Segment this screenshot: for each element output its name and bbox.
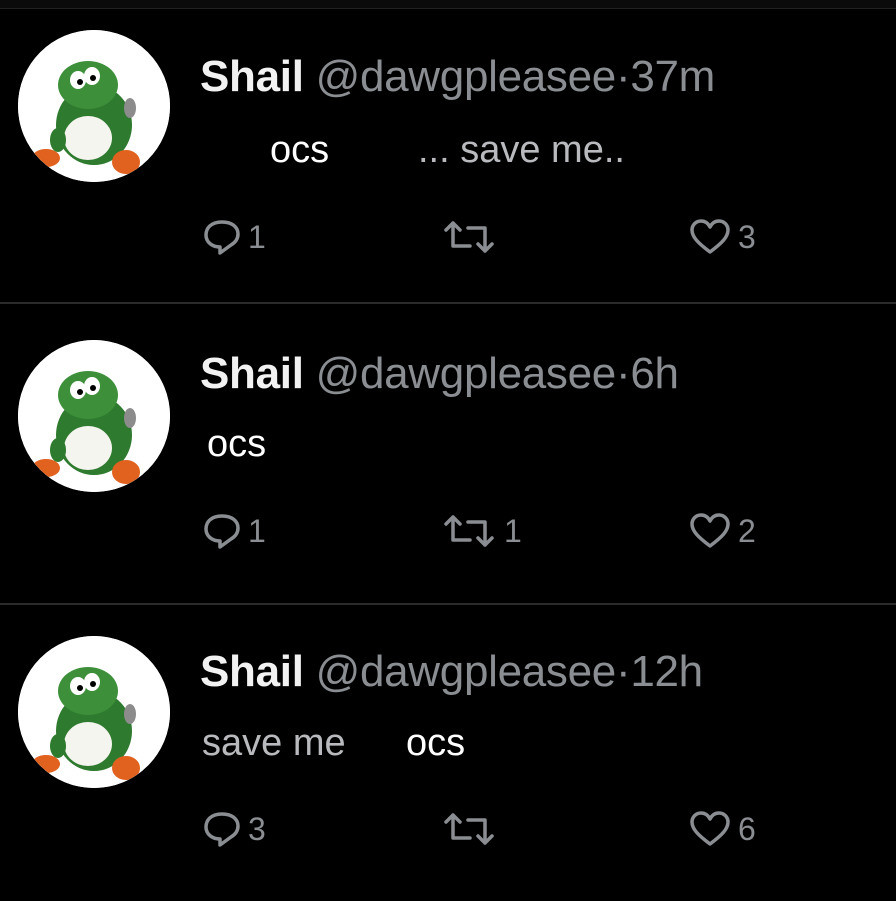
separator: ·	[615, 52, 631, 101]
tweet-header: Shail @dawgpleasee·12h	[200, 650, 703, 694]
like-count: 6	[738, 810, 756, 847]
display-name[interactable]: Shail	[200, 52, 304, 101]
retweet-icon	[444, 813, 494, 845]
avatar[interactable]	[18, 636, 170, 788]
heart-icon	[690, 811, 730, 846]
avatar-image	[18, 30, 170, 182]
timestamp[interactable]: 6h	[630, 349, 679, 398]
avatar[interactable]	[18, 30, 170, 182]
reply-count: 1	[248, 512, 266, 549]
tweet-text-part-2: ... save me..	[418, 129, 625, 171]
retweet-icon	[444, 221, 494, 253]
heart-icon	[690, 513, 730, 548]
retweet-button[interactable]	[440, 810, 504, 848]
reply-button[interactable]: 1	[202, 218, 266, 256]
reply-button[interactable]: 1	[202, 512, 266, 550]
retweet-button[interactable]: 1	[440, 512, 522, 550]
avatar-image	[18, 340, 170, 492]
like-count: 3	[738, 218, 756, 255]
like-count: 2	[738, 512, 756, 549]
reply-count: 1	[248, 218, 266, 255]
heart-icon	[690, 219, 730, 254]
username-handle[interactable]: @dawgpleasee	[316, 52, 617, 101]
avatar[interactable]	[18, 340, 170, 492]
tweet-text-part-1: save me	[202, 722, 346, 764]
username-handle[interactable]: @dawgpleasee	[316, 349, 617, 398]
tweet-header: Shail @dawgpleasee·37m	[200, 55, 715, 99]
tweet-header: Shail @dawgpleasee·6h	[200, 352, 679, 396]
username-handle[interactable]: @dawgpleasee	[316, 647, 617, 696]
like-button[interactable]: 2	[688, 512, 756, 550]
top-divider	[0, 0, 896, 9]
tweet-text-part-1: ocs	[207, 423, 267, 465]
retweet-button[interactable]	[440, 218, 504, 256]
reply-icon	[204, 812, 240, 847]
retweet-count: 1	[504, 512, 522, 549]
tweet-divider	[0, 603, 896, 605]
retweet-icon	[444, 515, 494, 547]
like-button[interactable]: 6	[688, 810, 756, 848]
tweet-text-part-2: ocs	[406, 722, 466, 764]
timestamp[interactable]: 37m	[630, 52, 715, 101]
timestamp[interactable]: 12h	[630, 647, 703, 696]
avatar-image	[18, 636, 170, 788]
separator: ·	[615, 647, 631, 696]
like-button[interactable]: 3	[688, 218, 756, 256]
separator: ·	[615, 349, 631, 398]
display-name[interactable]: Shail	[200, 349, 304, 398]
tweet-text-part-1: ocs	[270, 129, 330, 171]
reply-button[interactable]: 3	[202, 810, 266, 848]
reply-icon	[204, 514, 240, 549]
tweet-divider	[0, 302, 896, 304]
reply-count: 3	[248, 810, 266, 847]
display-name[interactable]: Shail	[200, 647, 304, 696]
reply-icon	[204, 220, 240, 255]
